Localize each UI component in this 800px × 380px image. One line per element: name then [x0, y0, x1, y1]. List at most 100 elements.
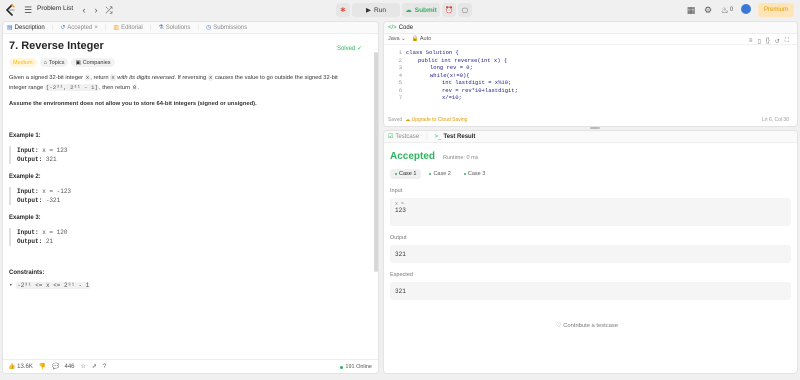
tab-divider: | [149, 24, 152, 31]
case-tab[interactable]: Case 3 [459, 169, 490, 179]
like-button[interactable]: 👍 13.6K [8, 363, 33, 370]
code-line: rev = rev*10+lastdigit; [442, 86, 518, 94]
lock-icon: ▣ [75, 59, 81, 66]
cursor-position: Ln 6, Col 30 [762, 117, 789, 123]
case-tab[interactable]: Case 1 [390, 169, 422, 179]
document-icon: ▤ [7, 25, 13, 31]
language-select[interactable]: Java ⌄ [388, 36, 406, 42]
tab-test-result[interactable]: >_ Test Result [435, 134, 476, 140]
tab-divider: | [197, 24, 199, 31]
pass-dot-icon [429, 173, 432, 175]
code-line: long rev = 0; [430, 64, 473, 71]
auto-toggle[interactable]: 🔒 Auto [412, 36, 431, 42]
runtime-label: Runtime: 0 ms [442, 155, 479, 161]
submit-button[interactable]: ☁ Submit [402, 3, 440, 17]
example-block: Input: x = 123 Output: 321 [9, 146, 372, 164]
case-tab[interactable]: Case 2 [424, 169, 455, 179]
flask-icon: ⚗ [158, 25, 164, 31]
companies-chip[interactable]: ▣ Companies [71, 58, 115, 67]
online-count: 191 Online [340, 364, 372, 370]
reset-icon[interactable]: ↺ [775, 38, 780, 45]
solved-badge: Solved ✓ [336, 46, 362, 52]
checkbox-icon: ☑ [388, 134, 394, 140]
share-icon[interactable]: ⇗ [92, 363, 97, 370]
close-tab-icon[interactable]: × [94, 25, 98, 31]
code-line: int lastdigit = x%10; [442, 79, 512, 86]
line-number: 7 [398, 94, 402, 101]
history-icon: ↺ [60, 25, 66, 31]
thumbs-up-icon: 👍 [8, 364, 16, 370]
tab-solutions[interactable]: ⚗ Solutions [158, 24, 190, 32]
example-block: Input: x = -123 Output: -321 [9, 187, 372, 205]
line-number: 2 [398, 56, 402, 64]
description-scrollbar[interactable] [374, 52, 378, 272]
pass-dot-icon [395, 173, 397, 175]
tab-submissions[interactable]: ◷ Submissions [205, 24, 247, 32]
tab-code[interactable]: </> Code [388, 25, 413, 31]
line-number: 5 [398, 79, 402, 86]
heart-icon: ♡ [556, 323, 562, 329]
terminal-icon: >_ [434, 133, 442, 140]
difficulty-badge: Medium [9, 58, 37, 67]
problem-list-link[interactable]: Problem List [37, 5, 73, 12]
debug-button[interactable]: ✱ [336, 3, 350, 17]
code-line: class Solution { [406, 49, 459, 56]
avatar[interactable] [741, 4, 751, 14]
example-block: Input: x = 120 Output: 21 [9, 228, 372, 246]
lock-icon: 🔒 [411, 36, 419, 42]
example-title: Example 3: [9, 215, 41, 221]
cloud-upload-icon: ☁ [405, 7, 412, 14]
comments-button[interactable]: 💬 446 [52, 363, 74, 370]
help-icon[interactable]: ? [103, 364, 106, 370]
output-value-box: 321 [390, 245, 791, 263]
contribute-testcase-link[interactable]: ♡ Contribute a testcase [556, 323, 618, 329]
settings-gear-icon[interactable]: ⚙ [702, 4, 714, 16]
code-line: x/=10; [442, 94, 462, 101]
problem-list-icon[interactable]: ☰ [22, 4, 34, 16]
bookmark-icon[interactable]: ▯ [757, 38, 760, 45]
format-icon[interactable]: ≡ [749, 38, 753, 45]
upgrade-cloud-link[interactable]: ☁ Upgrade to Cloud Saving [405, 117, 467, 123]
test-panel: ☑ Testcase | >_ Test Result Accepted Runti… [383, 130, 798, 374]
clock-icon: ◷ [205, 25, 212, 31]
layout-grid-icon[interactable]: ▦ [685, 4, 697, 16]
book-icon: ▥ [113, 25, 120, 31]
tab-description[interactable]: ▤ Description [7, 24, 45, 32]
assumption-note: Assume the environment does not allow yo… [9, 101, 257, 107]
prev-problem-icon[interactable]: ‹ [78, 4, 90, 16]
panel-resize-handle[interactable] [590, 127, 600, 129]
star-icon[interactable]: ☆ [81, 363, 86, 370]
notes-button[interactable]: ▢ [458, 3, 472, 17]
tab-editorial[interactable]: ▥ Editorial [113, 24, 142, 32]
flame-icon: ♨ [720, 4, 729, 15]
streak-counter[interactable]: ♨ 0 [718, 4, 736, 16]
tab-testcase[interactable]: ☑ Testcase [388, 133, 419, 141]
line-number: 4 [398, 71, 402, 79]
premium-button[interactable]: Premium [758, 3, 794, 17]
line-number: 6 [398, 86, 402, 94]
constraint-item: • -2³¹ <= x <= 2³¹ - 1 [9, 282, 91, 289]
problem-description: Given a signed 32-bit integer x, return … [9, 74, 338, 91]
expected-value-box: 321 [390, 282, 791, 300]
run-button[interactable]: ▶ Run [352, 3, 400, 17]
comment-icon: 💬 [52, 364, 60, 370]
result-header: Accepted Runtime: 0 ms [390, 151, 791, 162]
check-circle-icon: ✓ [356, 46, 362, 52]
code-line: while(x!=0){ [430, 71, 470, 79]
run-toolbar: ✱ ▶ Run ☁ Submit ⏰ ▢ [336, 3, 472, 17]
shuffle-icon[interactable]: ⤮ [103, 4, 115, 16]
thumbs-down-icon[interactable]: 👎 [39, 363, 46, 370]
braces-icon[interactable]: {} [766, 38, 770, 45]
leetcode-logo[interactable] [5, 4, 16, 16]
code-panel: </> Code Java ⌄ 🔒 Auto ≡ ▯ {} ↺ ⛶ 1 class … [383, 21, 798, 127]
next-problem-icon[interactable]: › [90, 4, 102, 16]
timer-button[interactable]: ⏰ [442, 3, 456, 17]
tab-accepted[interactable]: ↺ Accepted × [60, 24, 98, 32]
save-status: Saved ☁ Upgrade to Cloud Saving [388, 117, 468, 123]
pass-dot-icon [463, 173, 466, 175]
input-label: Input [390, 188, 403, 194]
top-nav-bar: ☰ Problem List ‹ › ⤮ ✱ ▶ Run ☁ Submit ⏰ … [0, 0, 800, 20]
expand-icon[interactable]: ⛶ [785, 38, 789, 45]
topics-chip[interactable]: ⌂ Topics [39, 58, 69, 67]
code-editor[interactable]: 1 class Solution {2 public int reverse(int… [384, 45, 797, 115]
